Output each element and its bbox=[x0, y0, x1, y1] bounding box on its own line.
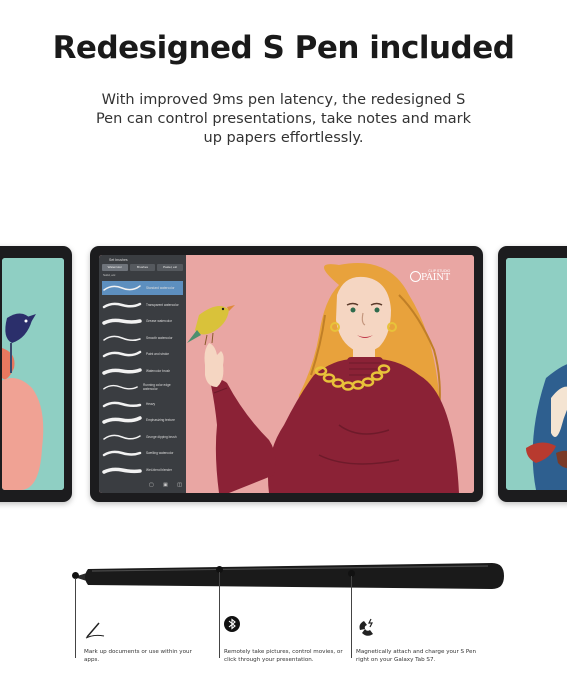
tablet-left bbox=[0, 246, 72, 502]
subtext: With improved 9ms pen latency, the redes… bbox=[95, 92, 472, 146]
s-pen bbox=[74, 563, 504, 589]
brush-item[interactable]: Emphasizing texture bbox=[102, 413, 183, 427]
feature-text-markup: Mark up documents or use within your app… bbox=[84, 649, 192, 663]
brush-stroke-preview bbox=[102, 302, 142, 308]
brush-name: Wet-blend blender bbox=[146, 467, 172, 472]
pen-line-tip bbox=[75, 578, 76, 658]
magnet-icon bbox=[359, 618, 373, 636]
illustration-right bbox=[506, 258, 567, 490]
brush-item[interactable]: Smooth watercolor bbox=[102, 331, 183, 345]
bluetooth-icon bbox=[224, 616, 240, 632]
panel-tab-watercolor[interactable]: Watercolor bbox=[102, 264, 128, 271]
brush-stroke-preview bbox=[103, 384, 138, 390]
panel-tab-pastel[interactable]: Pastel, etc bbox=[157, 264, 184, 271]
brush-name: Transparent watercolor bbox=[146, 302, 179, 307]
brush-item[interactable]: Wet-blend blender bbox=[102, 463, 183, 477]
brush-name: Grease watercolor bbox=[146, 319, 173, 323]
panel-tab-brushes[interactable]: Brushes bbox=[129, 264, 156, 271]
brush-name: Watercolor brush bbox=[146, 368, 171, 373]
brush-item[interactable]: Transparent watercolor bbox=[102, 298, 183, 312]
panel-title: Set brushes bbox=[109, 258, 128, 262]
brush-stroke-preview bbox=[102, 350, 142, 358]
panel-footer-icons: ▢ ▣ ◫ bbox=[149, 482, 186, 488]
illustration-left bbox=[2, 258, 64, 490]
brush-name: Running color edge watercolor bbox=[143, 383, 171, 391]
brush-name: Standard watercolor bbox=[146, 286, 175, 290]
tablet-left-screen bbox=[2, 258, 64, 490]
brush-stroke-preview bbox=[102, 450, 142, 457]
panel-sublabel: Solid, etc bbox=[103, 273, 116, 277]
brush-stroke-preview bbox=[103, 335, 141, 341]
panel-tabs: Watercolor Brushes Pastel, etc bbox=[102, 264, 184, 271]
paint-logo: CLIP STUDIO PAINT bbox=[421, 269, 450, 283]
feature-text-magnet: Magnetically attach and charge your S Pe… bbox=[356, 649, 477, 663]
pen-line-button bbox=[219, 572, 220, 658]
tablet-main: Set brushes Watercolor Brushes Pastel, e… bbox=[90, 246, 483, 502]
brush-name: Swelling watercolor bbox=[146, 451, 174, 455]
tablet-main-screen: Set brushes Watercolor Brushes Pastel, e… bbox=[99, 255, 474, 493]
pen-stroke-icon bbox=[85, 622, 105, 639]
brush-name: Paint and stroke bbox=[146, 352, 170, 356]
brush-item[interactable]: Grease watercolor bbox=[102, 314, 183, 328]
brush-panel: Set brushes Watercolor Brushes Pastel, e… bbox=[99, 255, 186, 493]
brush-item[interactable]: Grunge dipping brush bbox=[102, 430, 183, 444]
tablet-right bbox=[498, 246, 567, 502]
brush-name: Emphasizing texture bbox=[146, 418, 175, 422]
paint-logo-big: PAINT bbox=[421, 273, 451, 283]
brush-stroke-preview bbox=[102, 318, 142, 325]
brush-name: Grunge dipping brush bbox=[146, 434, 177, 439]
brush-stroke-preview bbox=[102, 401, 142, 407]
brush-stroke-preview bbox=[102, 467, 142, 474]
brush-item[interactable]: Standard watercolor bbox=[102, 281, 183, 295]
brush-item[interactable]: Watercolor brush bbox=[102, 364, 183, 378]
pen-line-body bbox=[351, 576, 352, 658]
brush-item[interactable]: Running color edge watercolor bbox=[102, 380, 183, 394]
brush-stroke-preview bbox=[103, 434, 141, 440]
paint-logo-icon bbox=[410, 271, 421, 282]
brush-stroke-preview bbox=[103, 285, 141, 291]
brush-item[interactable]: Paint and stroke bbox=[102, 347, 183, 361]
brush-stroke-preview bbox=[102, 367, 142, 375]
headline: Redesigned S Pen included bbox=[52, 30, 515, 66]
brush-stroke-preview bbox=[102, 416, 142, 424]
brush-name: Smooth watercolor bbox=[146, 335, 173, 340]
brush-item[interactable]: Heavy bbox=[102, 397, 183, 411]
tablet-right-screen bbox=[506, 258, 567, 490]
brush-item[interactable]: Swelling watercolor bbox=[102, 446, 183, 460]
brush-name: Heavy bbox=[146, 401, 156, 406]
feature-text-remote: Remotely take pictures, control movies, … bbox=[224, 649, 343, 663]
